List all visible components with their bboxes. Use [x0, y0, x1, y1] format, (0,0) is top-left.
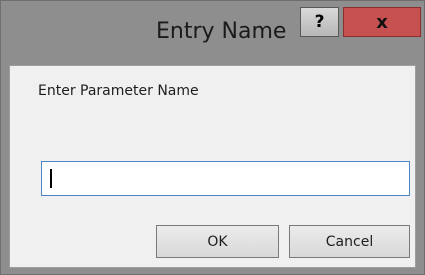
help-icon: ?: [314, 12, 325, 32]
dialog-window: Entry Name ? x Enter Parameter Name OK C…: [0, 0, 425, 275]
help-button[interactable]: ?: [300, 7, 339, 37]
prompt-label: Enter Parameter Name: [38, 83, 199, 99]
close-icon: x: [376, 11, 388, 33]
close-button[interactable]: x: [343, 7, 421, 37]
cancel-button[interactable]: Cancel: [289, 225, 410, 258]
window-title: Entry Name: [156, 19, 287, 44]
parameter-name-input[interactable]: [50, 167, 400, 190]
dialog-body: Enter Parameter Name OK Cancel: [9, 65, 416, 268]
parameter-name-field[interactable]: [41, 161, 410, 196]
text-caret: [50, 169, 52, 188]
title-bar[interactable]: Entry Name ? x: [1, 1, 424, 65]
ok-button[interactable]: OK: [156, 225, 279, 258]
